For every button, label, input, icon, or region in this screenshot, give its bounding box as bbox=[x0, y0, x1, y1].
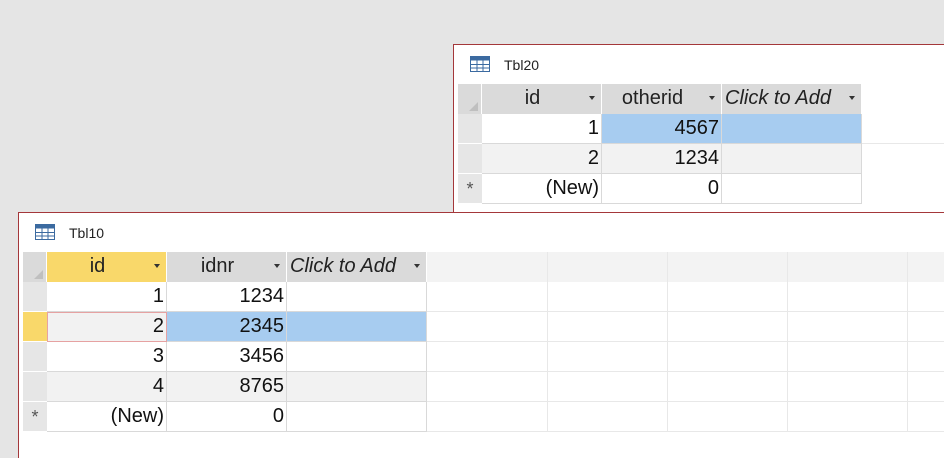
new-record-marker[interactable]: * bbox=[23, 402, 47, 432]
window-title: Tbl20 bbox=[504, 57, 540, 73]
table-row[interactable]: 1 4567 bbox=[482, 114, 862, 144]
grid-line bbox=[427, 371, 944, 372]
datasheet[interactable]: id idnr Click to Add 1 1234 2 2345 3 345… bbox=[23, 252, 944, 458]
chevron-down-icon[interactable] bbox=[414, 264, 420, 268]
window-title: Tbl10 bbox=[69, 225, 105, 241]
cell-id[interactable]: (New) bbox=[482, 174, 602, 204]
cell-click-to-add[interactable] bbox=[287, 282, 427, 312]
cell-id[interactable]: 2 bbox=[47, 312, 167, 342]
new-record-row[interactable]: (New) 0 bbox=[482, 174, 862, 204]
cell-click-to-add[interactable] bbox=[722, 114, 862, 144]
row-selector[interactable] bbox=[458, 114, 482, 144]
title-bar[interactable]: Tbl10 bbox=[19, 213, 944, 251]
grid-line bbox=[427, 401, 944, 402]
grid-line bbox=[427, 311, 944, 312]
cell-click-to-add[interactable] bbox=[287, 312, 427, 342]
grid-line bbox=[787, 252, 788, 432]
cell-otherid[interactable]: 1234 bbox=[602, 144, 722, 174]
table-row-current[interactable]: 2 2345 bbox=[47, 312, 427, 342]
grid-line bbox=[547, 252, 548, 432]
grid-line bbox=[427, 341, 944, 342]
new-record-marker[interactable]: * bbox=[458, 174, 482, 204]
row-selector[interactable] bbox=[458, 144, 482, 174]
datasheet[interactable]: id otherid Click to Add 1 4567 2 1234 * … bbox=[458, 84, 944, 212]
cell-click-to-add[interactable] bbox=[722, 174, 862, 204]
cell-click-to-add[interactable] bbox=[287, 342, 427, 372]
cell-click-to-add[interactable] bbox=[722, 144, 862, 174]
row-selector[interactable] bbox=[23, 372, 47, 402]
current-row-selector[interactable] bbox=[23, 312, 47, 342]
chevron-down-icon[interactable] bbox=[154, 264, 160, 268]
cell-idnr[interactable]: 0 bbox=[167, 402, 287, 432]
cell-idnr[interactable]: 2345 bbox=[167, 312, 287, 342]
table-icon bbox=[35, 224, 55, 240]
row-selector[interactable] bbox=[23, 342, 47, 372]
cell-click-to-add[interactable] bbox=[287, 372, 427, 402]
title-bar[interactable]: Tbl20 bbox=[454, 45, 944, 83]
cell-idnr[interactable]: 8765 bbox=[167, 372, 287, 402]
new-record-row[interactable]: (New) 0 bbox=[47, 402, 427, 432]
cell-id[interactable]: 4 bbox=[47, 372, 167, 402]
cell-id[interactable]: 3 bbox=[47, 342, 167, 372]
grid-line bbox=[667, 252, 668, 432]
cell-id[interactable]: (New) bbox=[47, 402, 167, 432]
cell-otherid[interactable]: 0 bbox=[602, 174, 722, 204]
column-header-click-to-add[interactable]: Click to Add bbox=[722, 84, 862, 114]
grid-line bbox=[907, 252, 908, 432]
select-all-corner[interactable] bbox=[23, 252, 47, 282]
chevron-down-icon[interactable] bbox=[274, 264, 280, 268]
cell-idnr[interactable]: 1234 bbox=[167, 282, 287, 312]
column-header-id[interactable]: id bbox=[482, 84, 602, 114]
row-selector[interactable] bbox=[23, 282, 47, 312]
cell-idnr[interactable]: 3456 bbox=[167, 342, 287, 372]
column-header-click-to-add[interactable]: Click to Add bbox=[287, 252, 427, 282]
table-row[interactable]: 2 1234 bbox=[482, 144, 862, 174]
table-window-tbl10[interactable]: Tbl10 id idnr Click to Add 1 1234 2 2345 bbox=[18, 212, 944, 458]
chevron-down-icon[interactable] bbox=[849, 96, 855, 100]
column-header-otherid[interactable]: otherid bbox=[602, 84, 722, 114]
table-window-tbl20[interactable]: Tbl20 id otherid Click to Add 1 4567 2 1… bbox=[453, 44, 944, 212]
table-icon bbox=[470, 56, 490, 72]
table-row[interactable]: 4 8765 bbox=[47, 372, 427, 402]
table-row[interactable]: 1 1234 bbox=[47, 282, 427, 312]
grid-line bbox=[862, 143, 944, 144]
select-all-corner[interactable] bbox=[458, 84, 482, 114]
column-header-id[interactable]: id bbox=[47, 252, 167, 282]
chevron-down-icon[interactable] bbox=[589, 96, 595, 100]
cell-id[interactable]: 1 bbox=[482, 114, 602, 144]
chevron-down-icon[interactable] bbox=[709, 96, 715, 100]
column-header-idnr[interactable]: idnr bbox=[167, 252, 287, 282]
cell-otherid[interactable]: 4567 bbox=[602, 114, 722, 144]
grid-line bbox=[427, 431, 944, 432]
cell-id[interactable]: 2 bbox=[482, 144, 602, 174]
cell-id[interactable]: 1 bbox=[47, 282, 167, 312]
header-filler bbox=[427, 252, 944, 282]
table-row[interactable]: 3 3456 bbox=[47, 342, 427, 372]
cell-click-to-add[interactable] bbox=[287, 402, 427, 432]
